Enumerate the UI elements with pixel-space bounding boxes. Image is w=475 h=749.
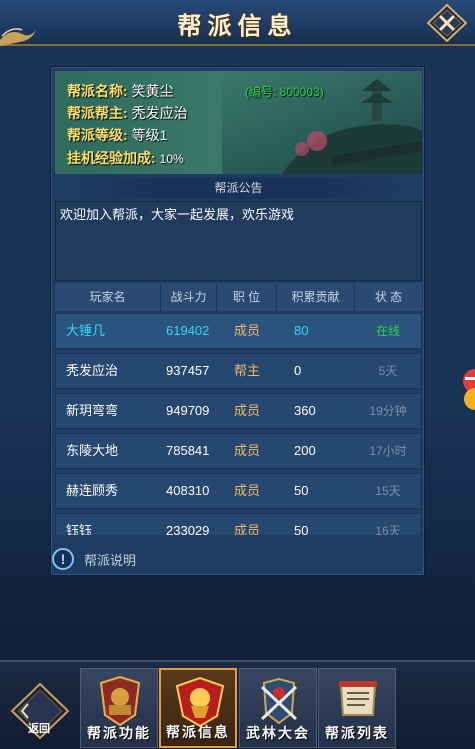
- col-power: 战斗力: [161, 283, 217, 311]
- notice-title: 帮派公告: [55, 177, 422, 199]
- tab-label: 帮派列表: [325, 726, 389, 742]
- player-power: 233029: [166, 523, 210, 535]
- guild-summary: 帮派名称: 笑黄尘 (编号: 800003) 帮派帮主: 秃发应治 帮派等级: 等级1…: [55, 71, 422, 174]
- player-power: 785841: [166, 443, 210, 458]
- tab-guild-list[interactable]: 帮派列表: [318, 668, 396, 748]
- player-role: 成员: [234, 403, 261, 418]
- guild-name-label: 帮派名称:: [67, 83, 128, 99]
- player-name: 秃发应治: [66, 363, 119, 378]
- guild-bonus-row: 挂机经验加成: 10%: [67, 148, 184, 168]
- player-power: 408310: [166, 483, 210, 498]
- player-status: 5天: [378, 364, 398, 378]
- player-contribution: 80: [294, 323, 309, 338]
- bottom-nav: 返回 帮派功能 帮派信息 武林大会 帮派列表: [0, 660, 475, 749]
- guild-emblem-icon: [175, 676, 225, 728]
- gift-badge-icon[interactable]: [453, 367, 475, 411]
- table-row[interactable]: 秃发应治 937457 帮主 0 5天: [55, 353, 422, 389]
- guild-level-row: 帮派等级: 等级1: [67, 125, 167, 145]
- notice-text: 欢迎加入帮派，大家一起发展，欢乐游戏: [55, 201, 422, 281]
- guild-help-label: 帮派说明: [84, 553, 137, 568]
- table-row[interactable]: 东陵大地 785841 成员 200 17小时: [55, 433, 422, 469]
- player-name: 大锤几: [66, 323, 106, 338]
- header-bar: 帮派信息: [0, 0, 475, 46]
- info-icon: !: [52, 548, 74, 570]
- guild-name: 笑黄尘: [131, 83, 174, 99]
- tab-guild-info[interactable]: 帮派信息: [159, 668, 237, 748]
- col-status: 状 态: [374, 290, 403, 304]
- player-power: 937457: [166, 363, 210, 378]
- guild-bonus: 10%: [159, 152, 184, 166]
- table-row[interactable]: 新玥弯弯 949709 成员 360 19分钟: [55, 393, 422, 429]
- scroll-icon: [339, 681, 377, 716]
- guild-leader-row: 帮派帮主: 秃发应治: [67, 103, 188, 123]
- guild-emblem-icon: [99, 675, 141, 727]
- guild-info-panel: 帮派名称: 笑黄尘 (编号: 800003) 帮派帮主: 秃发应治 帮派等级: 等级1…: [50, 66, 425, 576]
- player-status: 19分钟: [369, 404, 407, 418]
- player-status: 17小时: [369, 444, 407, 458]
- table-row[interactable]: 钰钰 233029 成员 50 16天: [55, 513, 422, 535]
- guild-leader: 秃发应治: [131, 105, 188, 121]
- page-title: 帮派信息: [177, 11, 298, 40]
- player-status: 15天: [375, 484, 401, 498]
- crossed-swords-icon: [260, 677, 298, 725]
- player-role: 成员: [234, 323, 261, 338]
- back-button[interactable]: 返回: [10, 682, 70, 740]
- col-contribution: 积累贡献: [277, 283, 355, 311]
- member-list[interactable]: 大锤几 619402 成员 80 在线 秃发应治 937457 帮主 0 5天 …: [55, 313, 422, 535]
- tab-label: 武林大会: [246, 726, 310, 742]
- player-name: 新玥弯弯: [66, 403, 119, 418]
- guild-leader-label: 帮派帮主:: [67, 105, 128, 121]
- player-contribution: 50: [294, 523, 309, 535]
- player-name: 钰钰: [66, 523, 93, 535]
- member-table-header: 玩家名 战斗力 职 位 积累贡献 状 态: [55, 283, 422, 311]
- tab-label: 帮派功能: [87, 726, 151, 742]
- table-row[interactable]: 赫连顾秀 408310 成员 50 15天: [55, 473, 422, 509]
- player-status: 16天: [375, 524, 401, 535]
- guild-name-row: 帮派名称: 笑黄尘: [67, 81, 174, 101]
- player-power: 619402: [166, 323, 210, 338]
- player-name: 赫连顾秀: [66, 483, 119, 498]
- player-role: 成员: [234, 523, 261, 535]
- close-icon[interactable]: [427, 4, 467, 42]
- player-name: 东陵大地: [66, 443, 119, 458]
- guild-bonus-label: 挂机经验加成:: [67, 150, 156, 166]
- player-contribution: 0: [294, 363, 302, 378]
- player-contribution: 200: [294, 443, 316, 458]
- player-contribution: 360: [294, 403, 316, 418]
- player-status: 在线: [375, 324, 400, 338]
- guild-level: 等级1: [131, 127, 168, 143]
- player-contribution: 50: [294, 483, 309, 498]
- guild-level-label: 帮派等级:: [67, 127, 128, 143]
- player-power: 949709: [166, 403, 210, 418]
- col-role: 职 位: [217, 283, 277, 311]
- player-role: 成员: [234, 443, 261, 458]
- player-role: 成员: [234, 483, 261, 498]
- tab-martial-conference[interactable]: 武林大会: [239, 668, 317, 748]
- player-role: 帮主: [234, 363, 261, 378]
- col-player-name: 玩家名: [55, 283, 161, 311]
- tab-guild-functions[interactable]: 帮派功能: [80, 668, 158, 748]
- tab-label: 帮派信息: [166, 725, 230, 741]
- table-row[interactable]: 大锤几 619402 成员 80 在线: [55, 313, 422, 349]
- back-label: 返回: [28, 722, 50, 735]
- guild-id: (编号: 800003): [245, 85, 324, 99]
